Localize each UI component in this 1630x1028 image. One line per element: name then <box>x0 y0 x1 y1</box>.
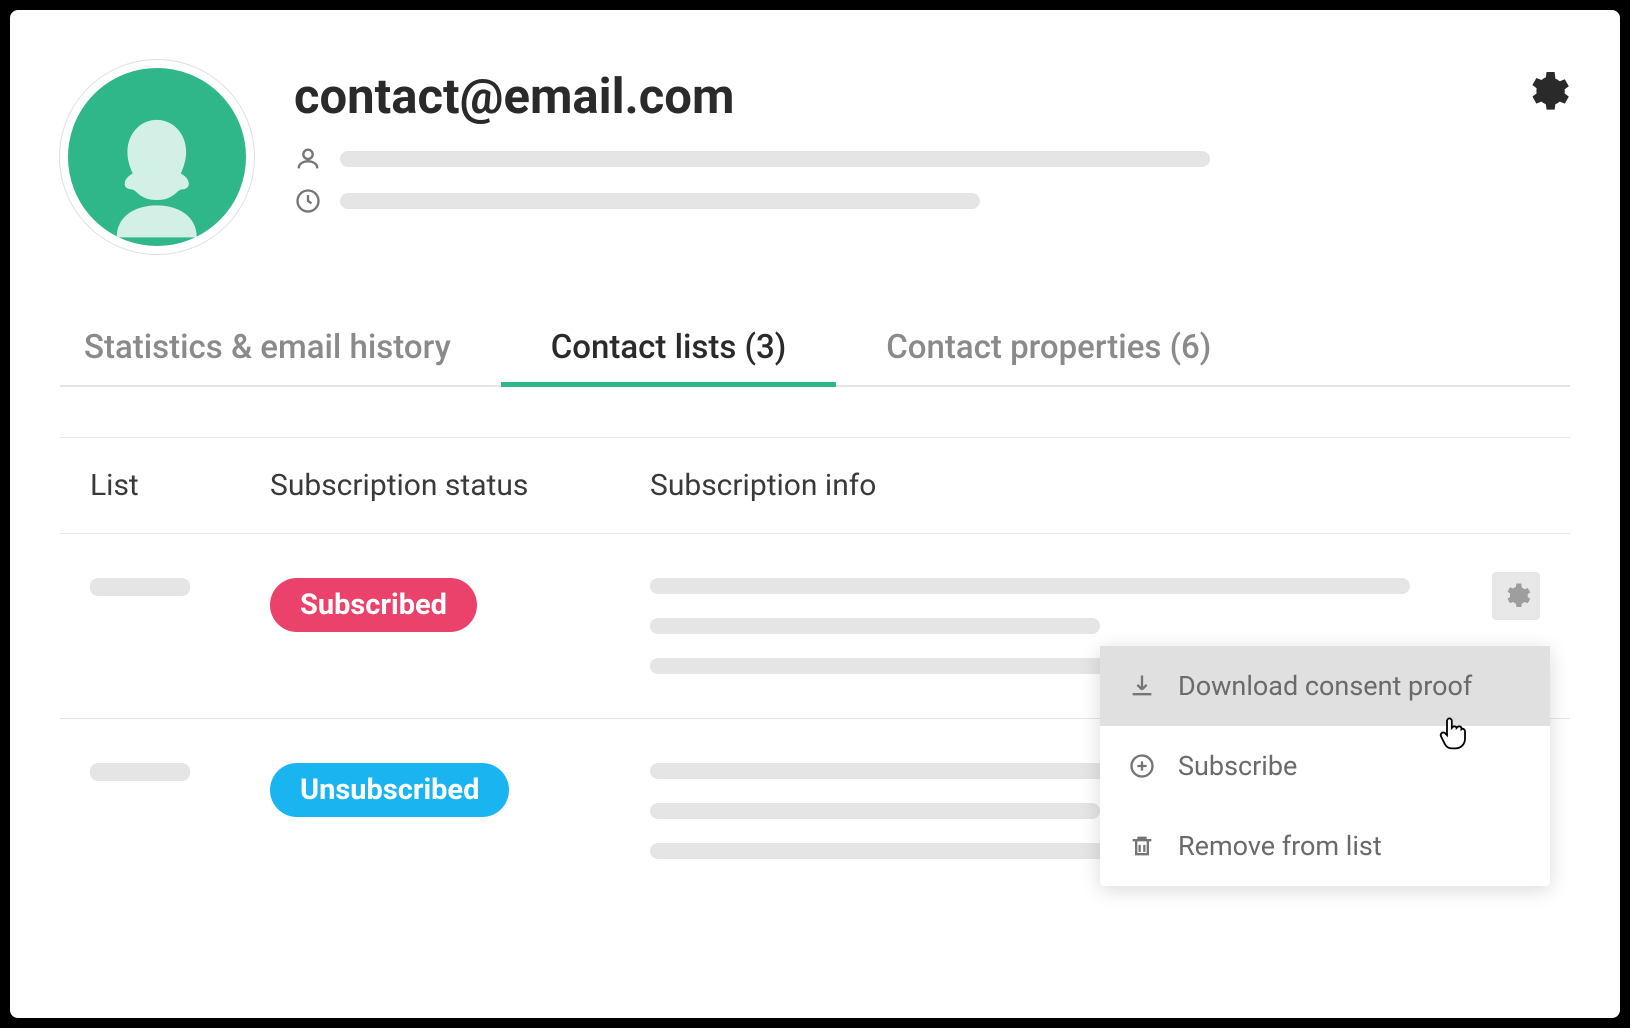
avatar <box>60 60 254 254</box>
person-icon <box>294 145 322 173</box>
contact-detail-panel: contact@email.com Statistics & email his… <box>10 10 1620 1018</box>
menu-item-label: Remove from list <box>1178 830 1382 862</box>
menu-item-label: Download consent proof <box>1178 670 1472 702</box>
subscription-table: List Subscription status Subscription in… <box>60 437 1570 903</box>
contact-name-placeholder <box>340 151 1210 167</box>
avatar-silhouette-icon <box>90 95 224 246</box>
row-actions-button[interactable] <box>1492 572 1540 620</box>
download-icon <box>1128 672 1156 700</box>
list-name-placeholder <box>90 763 190 781</box>
column-header-list: List <box>90 468 270 503</box>
column-header-info: Subscription info <box>650 468 1480 503</box>
row-actions-menu: Download consent proof Subscribe Remove … <box>1100 646 1550 886</box>
contact-time-placeholder <box>340 193 980 209</box>
tab-statistics[interactable]: Statistics & email history <box>60 314 501 385</box>
contact-header: contact@email.com <box>60 60 1570 254</box>
table-header-row: List Subscription status Subscription in… <box>60 437 1570 534</box>
tab-bar: Statistics & email history Contact lists… <box>60 314 1570 387</box>
tab-contact-properties[interactable]: Contact properties (6) <box>836 314 1261 385</box>
menu-item-subscribe[interactable]: Subscribe <box>1100 726 1550 806</box>
menu-item-remove[interactable]: Remove from list <box>1100 806 1550 886</box>
contact-time-line <box>294 187 1570 215</box>
contact-name-line <box>294 145 1570 173</box>
status-badge: Unsubscribed <box>270 763 509 817</box>
table-row: Subscribed Download consent proof <box>60 534 1570 719</box>
tab-contact-lists[interactable]: Contact lists (3) <box>501 314 837 385</box>
plus-circle-icon <box>1128 752 1156 780</box>
clock-icon <box>294 187 322 215</box>
contact-email: contact@email.com <box>294 68 1570 125</box>
list-name-placeholder <box>90 578 190 596</box>
gear-icon[interactable] <box>1522 68 1570 116</box>
menu-item-download-consent[interactable]: Download consent proof <box>1100 646 1550 726</box>
menu-item-label: Subscribe <box>1178 750 1297 782</box>
status-badge: Subscribed <box>270 578 477 632</box>
column-header-status: Subscription status <box>270 468 650 503</box>
gear-icon <box>1501 581 1531 611</box>
trash-icon <box>1128 832 1156 860</box>
